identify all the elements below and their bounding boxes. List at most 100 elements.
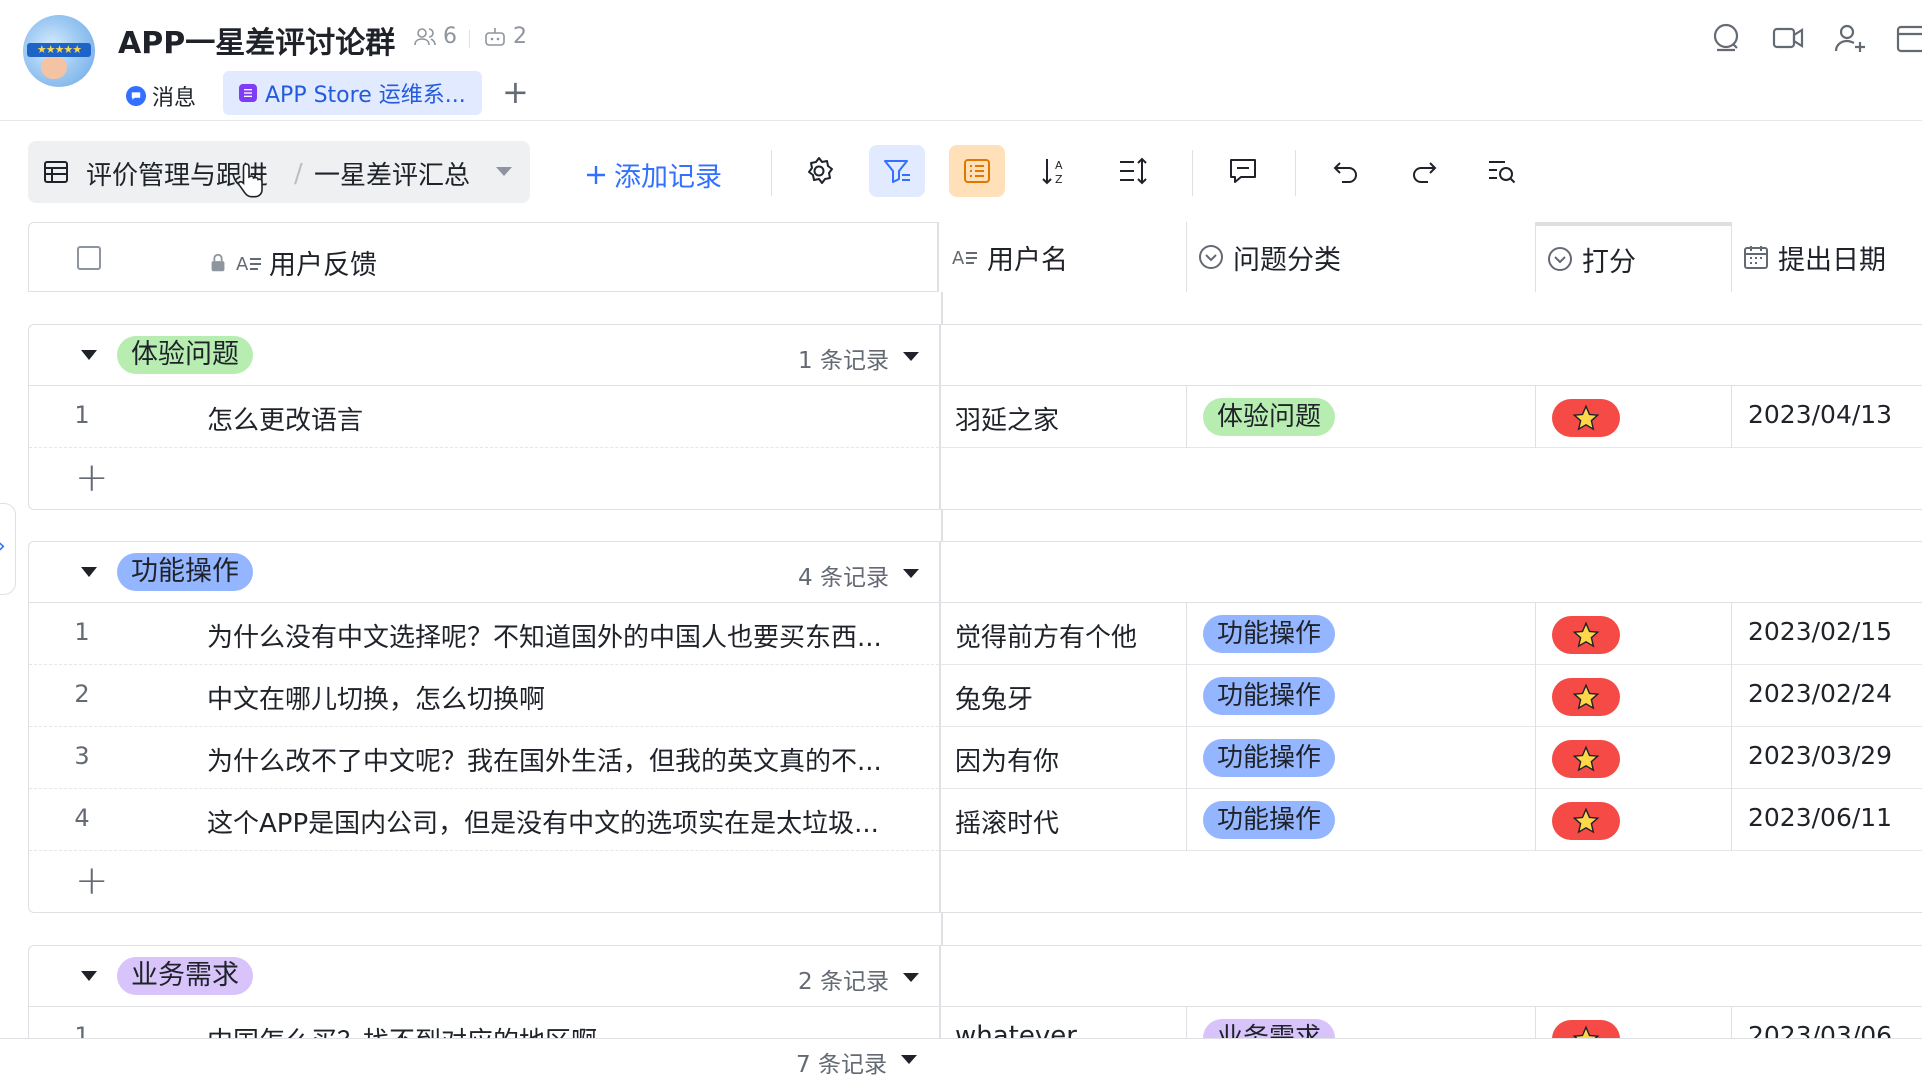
category-cell[interactable]: 功能操作 — [1187, 727, 1536, 789]
video-call-icon[interactable] — [1770, 20, 1806, 56]
username-cell[interactable]: whatever — [941, 1007, 1187, 1038]
calendar-icon[interactable] — [1894, 20, 1922, 56]
row-height-button[interactable] — [1105, 145, 1161, 197]
column-header-category-label: 问题分类 — [1233, 244, 1341, 276]
table-row[interactable]: 兔兔牙 功能操作 2023/02/24 — [941, 665, 1922, 727]
table-row[interactable]: 觉得前方有个他 功能操作 2023/02/15 — [941, 603, 1922, 665]
settings-button[interactable] — [791, 145, 847, 197]
member-count[interactable]: 6 — [413, 24, 457, 49]
username-cell[interactable]: 兔兔牙 — [941, 665, 1187, 727]
base-toolbar: 评价管理与跟进 / 一星差评汇总 添加记录 AZ — [0, 121, 1922, 221]
table-row[interactable]: 1 为什么没有中文选择呢？不知道国外的中国人也要买东西... — [29, 603, 939, 665]
search-records-button[interactable] — [1474, 145, 1530, 197]
score-cell[interactable] — [1536, 789, 1732, 851]
view-selector[interactable]: 评价管理与跟进 / 一星差评汇总 — [28, 141, 530, 203]
group-title[interactable]: APP一星差评讨论群 — [118, 18, 395, 62]
chat-header: ★★★★★ APP一星差评讨论群 6 2 消息 APP Store 运维系...… — [0, 0, 1922, 121]
group-experience: 体验问题 1 条记录 1 怎么更改语言 + 羽延之家 体验问题 2023/04/… — [28, 324, 1922, 510]
group-tag: 业务需求 — [117, 957, 253, 995]
sort-icon: AZ — [1042, 159, 1063, 186]
feedback-cell[interactable]: 中文在哪儿切换，怎么切换啊 — [207, 679, 545, 716]
table-row[interactable]: 2 中文在哪儿切换，怎么切换啊 — [29, 665, 939, 727]
message-bubble-icon — [126, 86, 146, 106]
redo-button[interactable] — [1396, 145, 1452, 197]
category-cell[interactable]: 体验问题 — [1187, 386, 1536, 448]
category-cell[interactable]: 功能操作 — [1187, 789, 1536, 851]
column-header-category[interactable]: 问题分类 — [1187, 222, 1536, 292]
undo-button[interactable] — [1318, 145, 1374, 197]
select-all-checkbox[interactable] — [77, 246, 101, 270]
tab-messages-label: 消息 — [152, 86, 197, 111]
collapse-triangle-icon[interactable] — [81, 567, 97, 577]
table-row[interactable]: 摇滚时代 功能操作 2023/06/11 — [941, 789, 1922, 851]
date-cell[interactable]: 2023/04/13 — [1732, 386, 1922, 448]
username-text: 摇滚时代 — [955, 809, 1060, 839]
column-header-date[interactable]: 提出日期 — [1732, 222, 1922, 292]
add-row-button[interactable]: + — [29, 448, 939, 510]
star-icon — [1552, 1020, 1620, 1038]
search-chat-icon[interactable] — [1708, 20, 1744, 56]
comment-button[interactable] — [1215, 145, 1271, 197]
column-header-score[interactable]: 打分 — [1536, 222, 1732, 292]
feedback-cell[interactable]: 为什么没有中文选择呢？不知道国外的中国人也要买东西... — [207, 617, 882, 654]
collapse-triangle-icon[interactable] — [81, 350, 97, 360]
chevron-down-icon[interactable] — [903, 569, 919, 578]
chevron-down-icon — [496, 167, 512, 176]
tab-app-store[interactable]: APP Store 运维系... — [223, 71, 482, 115]
add-record-button[interactable]: 添加记录 — [584, 155, 722, 194]
table-row[interactable]: 羽延之家 体验问题 2023/04/13 — [941, 386, 1922, 448]
column-header-feedback[interactable]: A 用户反馈 — [207, 243, 377, 282]
date-cell[interactable]: 2023/03/06 — [1732, 1007, 1922, 1038]
username-cell[interactable]: 因为有你 — [941, 727, 1187, 789]
username-cell[interactable]: 羽延之家 — [941, 386, 1187, 448]
username-cell[interactable]: 觉得前方有个他 — [941, 603, 1187, 665]
group-button[interactable] — [949, 145, 1005, 197]
plus-icon — [587, 165, 605, 184]
table-row[interactable]: 1 怎么更改语言 — [29, 386, 939, 448]
score-cell[interactable] — [1536, 727, 1732, 789]
column-header-username[interactable]: A 用户名 — [941, 222, 1187, 292]
table-row[interactable]: whatever 业务需求 2023/03/06 — [941, 1007, 1922, 1038]
add-member-icon[interactable] — [1832, 20, 1868, 56]
table-row[interactable]: 4 这个APP是国内公司，但是没有中文的选项实在是太垃圾... — [29, 789, 939, 851]
filter-button[interactable] — [869, 145, 925, 197]
date-cell[interactable]: 2023/03/29 — [1732, 727, 1922, 789]
feedback-cell[interactable]: 为什么改不了中文呢？我在国外生活，但我的英文真的不... — [207, 741, 882, 778]
sidebar-expand-handle[interactable]: › — [0, 503, 16, 595]
table-row[interactable]: 1 中国怎么买？找不到对应的地区啊 — [29, 1007, 939, 1038]
date-cell[interactable]: 2023/02/15 — [1732, 603, 1922, 665]
feedback-cell[interactable]: 中国怎么买？找不到对应的地区啊 — [207, 1021, 597, 1038]
group-header[interactable]: 业务需求 2 条记录 — [29, 946, 939, 1007]
row-number: 1 — [74, 1022, 90, 1038]
group-header[interactable]: 功能操作 4 条记录 — [29, 542, 939, 603]
category-cell[interactable]: 功能操作 — [1187, 665, 1536, 727]
username-cell[interactable]: 摇滚时代 — [941, 789, 1187, 851]
category-cell[interactable]: 业务需求 — [1187, 1007, 1536, 1038]
add-row-button[interactable]: + — [29, 851, 939, 913]
collapse-triangle-icon[interactable] — [81, 971, 97, 981]
score-cell[interactable] — [1536, 1007, 1732, 1038]
chevron-down-icon[interactable] — [903, 973, 919, 982]
score-cell[interactable] — [1536, 603, 1732, 665]
tab-messages[interactable]: 消息 — [126, 78, 196, 114]
category-tag: 体验问题 — [1203, 398, 1336, 436]
comment-icon — [1230, 159, 1256, 183]
table-row[interactable]: 3 为什么改不了中文呢？我在国外生活，但我的英文真的不... — [29, 727, 939, 789]
bot-count[interactable]: 2 — [483, 24, 527, 49]
score-cell[interactable] — [1536, 386, 1732, 448]
chevron-down-icon[interactable] — [903, 352, 919, 361]
table-row[interactable]: 因为有你 功能操作 2023/03/29 — [941, 727, 1922, 789]
feedback-cell[interactable]: 怎么更改语言 — [207, 400, 363, 437]
group-avatar[interactable]: ★★★★★ — [23, 15, 95, 87]
date-cell[interactable]: 2023/06/11 — [1732, 789, 1922, 851]
category-cell[interactable]: 功能操作 — [1187, 603, 1536, 665]
score-cell[interactable] — [1536, 665, 1732, 727]
group-tag: 体验问题 — [117, 336, 253, 374]
feedback-cell[interactable]: 这个APP是国内公司，但是没有中文的选项实在是太垃圾... — [207, 803, 879, 840]
date-cell[interactable]: 2023/02/24 — [1732, 665, 1922, 727]
group-header[interactable]: 体验问题 1 条记录 — [29, 325, 939, 386]
bot-count-value: 2 — [513, 24, 527, 49]
add-tab-button[interactable]: + — [502, 74, 529, 110]
chevron-down-icon[interactable] — [901, 1055, 917, 1064]
sort-button[interactable]: AZ — [1027, 145, 1083, 197]
